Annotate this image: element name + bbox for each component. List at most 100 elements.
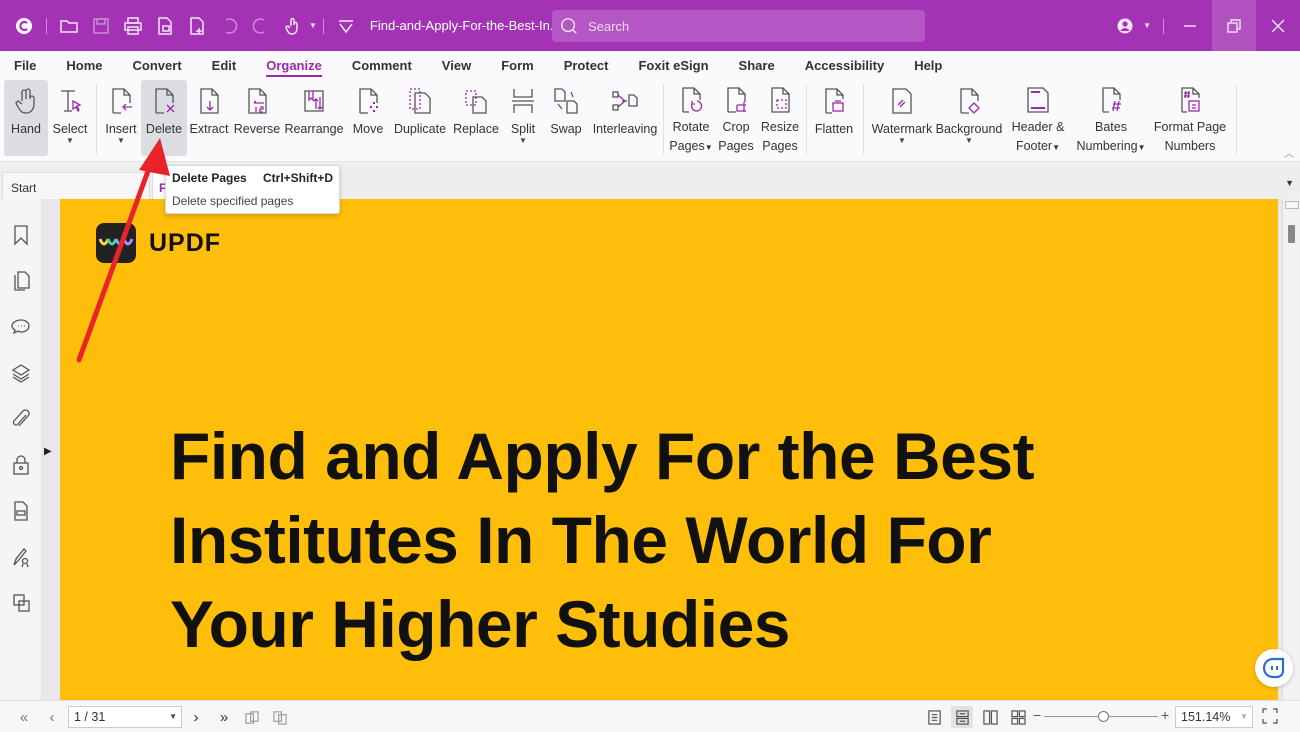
save-icon[interactable] (88, 13, 114, 39)
header-footer-icon (1024, 86, 1052, 114)
previous-page-icon[interactable]: ‹ (42, 707, 62, 727)
zoom-dropdown-icon[interactable]: ▼ (1240, 712, 1248, 721)
menu-help[interactable]: Help (900, 51, 958, 80)
close-button[interactable] (1256, 0, 1300, 51)
account-dropdown-icon[interactable]: ▼ (1143, 21, 1151, 30)
chevron-down-icon: ▼ (1052, 143, 1060, 152)
zoom-out-button[interactable]: − (1033, 707, 1041, 723)
page-number-input[interactable]: 1 / 31 ▼ (68, 706, 182, 728)
form-fields-icon[interactable] (0, 488, 42, 534)
minimize-button[interactable] (1168, 0, 1212, 51)
bates-numbering-button[interactable]: BatesNumbering▼ (1072, 80, 1150, 156)
insert-page-icon (107, 86, 135, 116)
bookmark-icon[interactable] (0, 212, 42, 258)
ai-assistant-button[interactable] (1255, 649, 1293, 687)
page-dropdown-icon[interactable]: ▼ (169, 712, 177, 721)
hand-button[interactable]: Hand (4, 80, 48, 156)
fullscreen-icon[interactable] (1262, 708, 1280, 726)
previous-view-icon[interactable] (242, 707, 262, 727)
single-page-view-icon[interactable] (923, 706, 945, 728)
signatures-icon[interactable] (0, 534, 42, 580)
extract-button[interactable]: Extract (187, 80, 231, 156)
print-icon[interactable] (120, 13, 146, 39)
attachments-icon[interactable] (0, 396, 42, 442)
tab-list-dropdown-icon[interactable]: ▼ (1285, 178, 1294, 188)
chevron-down-icon: ▼ (898, 137, 906, 145)
insert-button[interactable]: Insert ▼ (101, 80, 141, 156)
background-icon (955, 86, 983, 116)
delete-button[interactable]: Delete (141, 80, 187, 156)
background-button[interactable]: Background ▼ (934, 80, 1004, 156)
collapse-ribbon-icon[interactable]: ︿ (1284, 145, 1294, 160)
next-view-icon[interactable] (270, 707, 290, 727)
menu-protect[interactable]: Protect (550, 51, 625, 80)
menu-comment[interactable]: Comment (338, 51, 428, 80)
watermark-button[interactable]: Watermark ▼ (870, 80, 934, 156)
security-icon[interactable] (0, 442, 42, 488)
menu-foxit-esign[interactable]: Foxit eSign (624, 51, 724, 80)
app-logo-icon[interactable] (11, 13, 37, 39)
continuous-facing-view-icon[interactable] (1007, 706, 1029, 728)
search-icon (560, 17, 578, 35)
hand-tool-icon[interactable] (280, 13, 306, 39)
first-page-icon[interactable]: « (14, 707, 34, 727)
document-viewer[interactable]: UPDF Find and Apply For the Best Institu… (42, 199, 1282, 700)
menu-view[interactable]: View (428, 51, 487, 80)
swap-button[interactable]: Swap (543, 80, 589, 156)
restore-button[interactable] (1212, 0, 1256, 51)
zoom-level-input[interactable]: 151.14% ▼ (1175, 706, 1253, 728)
create-pdf-icon[interactable] (152, 13, 178, 39)
interleaving-button[interactable]: Interleaving (589, 80, 661, 156)
menu-file[interactable]: File (0, 51, 52, 80)
resize-pages-button[interactable]: ResizePages (758, 80, 802, 156)
hand-tool-dropdown-icon[interactable]: ▼ (309, 21, 317, 30)
account-icon[interactable] (1107, 0, 1143, 51)
menu-share[interactable]: Share (725, 51, 791, 80)
continuous-view-icon[interactable] (951, 706, 973, 728)
next-page-icon[interactable]: › (186, 707, 206, 727)
open-folder-icon[interactable] (56, 13, 82, 39)
menu-home[interactable]: Home (52, 51, 118, 80)
tab-start[interactable]: Start (2, 172, 150, 199)
compare-icon[interactable] (0, 580, 42, 626)
updf-logo-icon (96, 223, 136, 263)
facing-view-icon[interactable] (979, 706, 1001, 728)
new-blank-icon[interactable] (184, 13, 210, 39)
zoom-in-button[interactable]: + (1161, 707, 1169, 723)
duplicate-page-icon (406, 86, 434, 116)
reverse-button[interactable]: Reverse (231, 80, 283, 156)
comments-icon[interactable] (0, 304, 42, 350)
scrollbar-thumb[interactable] (1288, 225, 1295, 243)
header-footer-button[interactable]: Header &Footer▼ (1004, 80, 1072, 156)
search-input[interactable]: Search (552, 10, 925, 42)
swap-icon (552, 86, 580, 116)
last-page-icon[interactable]: » (214, 707, 234, 727)
logo-text: UPDF (149, 229, 221, 258)
undo-icon[interactable] (216, 13, 242, 39)
zoom-slider-thumb[interactable] (1098, 711, 1109, 722)
replace-button[interactable]: Replace (449, 80, 503, 156)
scroll-up-button[interactable] (1285, 201, 1299, 209)
menu-form[interactable]: Form (487, 51, 550, 80)
expand-panel-icon[interactable]: ▶ (44, 446, 52, 457)
select-button[interactable]: Select ▼ (48, 80, 92, 156)
menu-organize[interactable]: Organize (252, 51, 338, 80)
rearrange-button[interactable]: Rearrange (283, 80, 345, 156)
vertical-scrollbar[interactable] (1282, 199, 1300, 700)
menu-convert[interactable]: Convert (119, 51, 198, 80)
menu-accessibility[interactable]: Accessibility (791, 51, 901, 80)
reverse-pages-icon (243, 86, 271, 116)
customize-toolbar-icon[interactable] (333, 13, 359, 39)
duplicate-button[interactable]: Duplicate (391, 80, 449, 156)
replace-page-icon (462, 86, 490, 116)
format-page-numbers-button[interactable]: Format PageNumbers (1150, 80, 1230, 156)
rotate-pages-button[interactable]: RotatePages▼ (668, 80, 714, 156)
pages-icon[interactable] (0, 258, 42, 304)
redo-icon[interactable] (248, 13, 274, 39)
layers-icon[interactable] (0, 350, 42, 396)
menu-edit[interactable]: Edit (198, 51, 253, 80)
move-button[interactable]: Move (345, 80, 391, 156)
split-button[interactable]: Split ▼ (503, 80, 543, 156)
flatten-button[interactable]: Flatten (809, 80, 859, 156)
crop-pages-button[interactable]: CropPages (714, 80, 758, 156)
